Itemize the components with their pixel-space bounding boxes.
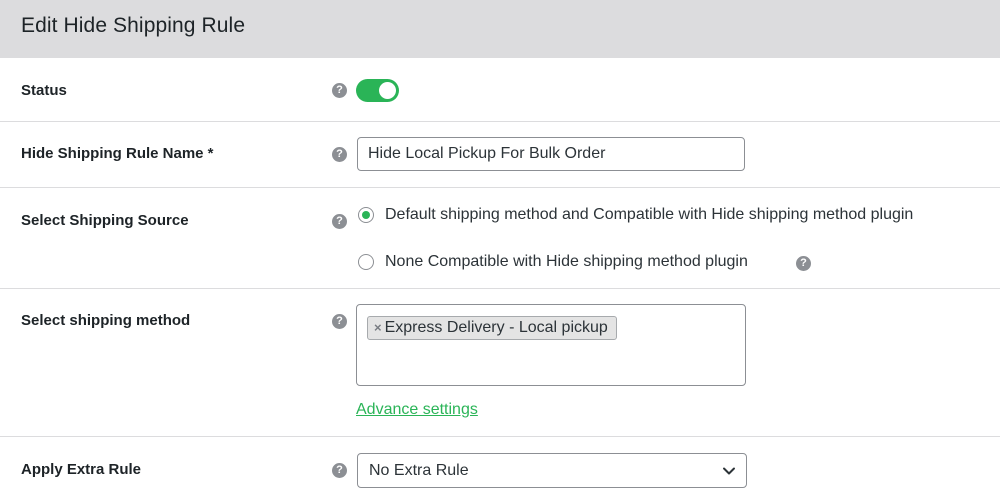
extra-rule-label: Apply Extra Rule bbox=[21, 461, 142, 478]
status-toggle[interactable] bbox=[356, 79, 399, 102]
shipping-source-row bbox=[0, 188, 1000, 289]
rule-name-input[interactable] bbox=[357, 137, 745, 171]
extra-rule-help-icon[interactable]: ? bbox=[332, 463, 347, 478]
advance-settings-link[interactable]: Advance settings bbox=[356, 401, 478, 419]
rule-name-label: Hide Shipping Rule Name * bbox=[21, 145, 214, 162]
status-help-icon[interactable]: ? bbox=[332, 83, 347, 98]
shipping-source-option-none-label[interactable]: None Compatible with Hide shipping metho… bbox=[385, 253, 748, 271]
toggle-knob bbox=[379, 82, 396, 99]
shipping-source-help-icon[interactable]: ? bbox=[332, 214, 347, 229]
extra-rule-selected-value: No Extra Rule bbox=[369, 462, 469, 479]
close-icon[interactable]: × bbox=[374, 320, 382, 335]
status-row bbox=[0, 58, 1000, 122]
chevron-down-icon bbox=[723, 467, 735, 475]
none-compatible-help-icon[interactable]: ? bbox=[796, 256, 811, 271]
rule-name-help-icon[interactable]: ? bbox=[332, 147, 347, 162]
page-header: Edit Hide Shipping Rule bbox=[0, 0, 1000, 58]
shipping-source-radio-default[interactable] bbox=[358, 207, 374, 223]
chip-label: Express Delivery - Local pickup bbox=[384, 319, 608, 336]
shipping-source-option-default-label[interactable]: Default shipping method and Compatible w… bbox=[385, 206, 913, 224]
page-title: Edit Hide Shipping Rule bbox=[21, 14, 246, 37]
shipping-method-multiselect[interactable]: × Express Delivery - Local pickup bbox=[356, 304, 746, 386]
status-label: Status bbox=[21, 82, 67, 99]
shipping-source-radio-none[interactable] bbox=[358, 254, 374, 270]
extra-rule-select[interactable]: No Extra Rule bbox=[357, 453, 747, 488]
shipping-method-label: Select shipping method bbox=[21, 312, 191, 329]
selected-shipping-method-chip: × Express Delivery - Local pickup bbox=[367, 316, 617, 340]
shipping-method-help-icon[interactable]: ? bbox=[332, 314, 347, 329]
shipping-source-label: Select Shipping Source bbox=[21, 212, 189, 229]
